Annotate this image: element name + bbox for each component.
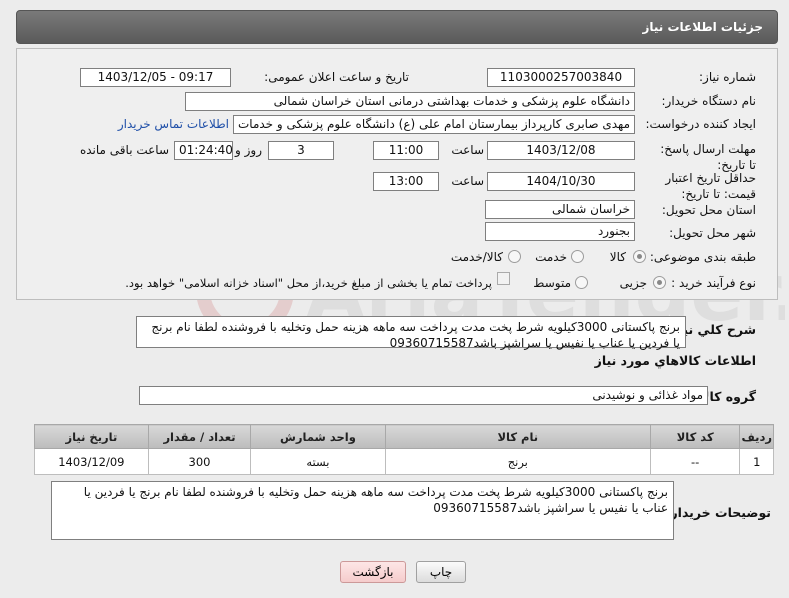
buyer-notes-label: توضیحات خریدار: bbox=[665, 505, 771, 520]
category-label: طبقه بندی موضوعی: bbox=[649, 250, 756, 264]
purchase-option-medium: متوسط bbox=[533, 276, 571, 290]
col-unit: واحد شمارش bbox=[250, 424, 386, 449]
category-option-goods-service: کالا/خدمت bbox=[450, 250, 503, 264]
need-number-field[interactable]: 1103000257003840 bbox=[487, 68, 635, 87]
purchase-option-minor: جزیی bbox=[619, 276, 647, 290]
validity-date-field[interactable]: 1404/10/30 bbox=[487, 172, 635, 191]
buyer-org-label: نام دستگاه خریدار: bbox=[661, 94, 757, 108]
validity-time-label: ساعت bbox=[451, 174, 484, 188]
remaining-time-field[interactable]: 01:24:40 bbox=[174, 141, 233, 160]
cell-quantity: 300 bbox=[147, 448, 252, 475]
col-item-code: کد کالا bbox=[649, 424, 741, 449]
category-radio-goods-service[interactable] bbox=[508, 250, 521, 263]
table-row[interactable]: 1 -- برنج بسته 300 1403/12/09 bbox=[34, 448, 774, 475]
purchase-type-label: نوع فرآیند خرید : bbox=[671, 276, 756, 290]
category-option-goods: کالا bbox=[609, 250, 626, 264]
remaining-time-label: ساعت باقی مانده bbox=[79, 143, 169, 157]
city-field[interactable]: بجنورد bbox=[485, 222, 635, 241]
page-title: جزئیات اطلاعات نیاز bbox=[642, 20, 763, 34]
cell-item-code: -- bbox=[649, 448, 741, 475]
need-number-label: شماره نیاز: bbox=[699, 70, 756, 84]
category-option-service: خدمت bbox=[535, 250, 567, 264]
col-need-date: تاریخ نیاز bbox=[34, 424, 149, 449]
buyer-notes-textarea[interactable]: برنج پاکستانی 3000کیلویه شرط پخت مدت پرد… bbox=[51, 481, 674, 540]
deadline-date-field[interactable]: 1403/12/08 bbox=[487, 141, 635, 160]
deadline-days-field[interactable]: 3 bbox=[268, 141, 334, 160]
treasury-checkbox-label: پرداخت تمام یا بخشی از مبلغ خرید،از محل … bbox=[125, 276, 492, 290]
buyer-contact-link[interactable]: اطلاعات تماس خریدار bbox=[118, 117, 229, 131]
announce-label: تاریخ و ساعت اعلان عمومی: bbox=[264, 70, 409, 84]
description-textarea[interactable]: برنج پاکستانی 3000کیلویه شرط پخت مدت پرد… bbox=[136, 316, 686, 350]
deadline-days-label: روز و bbox=[235, 143, 262, 157]
goods-table: ردیف کد کالا نام کالا واحد شمارش تعداد /… bbox=[34, 424, 774, 475]
purchase-radio-medium[interactable] bbox=[575, 276, 588, 289]
treasury-checkbox[interactable] bbox=[497, 272, 510, 285]
announce-field[interactable]: 1403/12/05 - 09:17 bbox=[80, 68, 231, 87]
col-item-name: نام کالا bbox=[384, 424, 651, 449]
goods-info-title: اطلاعات کالاهاي مورد نياز bbox=[594, 353, 756, 368]
province-label: استان محل تحویل: bbox=[661, 203, 756, 217]
requester-field[interactable]: مهدی صابری کارپرداز بیمارستان امام علی (… bbox=[233, 115, 635, 134]
deadline-time-label: ساعت bbox=[451, 143, 484, 157]
buyer-org-field[interactable]: دانشگاه علوم پزشکی و خدمات بهداشتی درمان… bbox=[185, 92, 635, 111]
cell-unit: بسته bbox=[250, 448, 386, 475]
goods-table-header: ردیف کد کالا نام کالا واحد شمارش تعداد /… bbox=[34, 424, 774, 449]
back-button[interactable]: بازگشت bbox=[340, 561, 406, 583]
col-row-number: ردیف bbox=[739, 424, 774, 449]
purchase-radio-minor[interactable] bbox=[653, 276, 666, 289]
cell-row-number: 1 bbox=[739, 448, 774, 475]
category-radio-goods[interactable] bbox=[633, 250, 646, 263]
col-quantity: تعداد / مقدار bbox=[147, 424, 252, 449]
cell-need-date: 1403/12/09 bbox=[34, 448, 149, 475]
category-radio-service[interactable] bbox=[571, 250, 584, 263]
page-title-bar: جزئیات اطلاعات نیاز bbox=[16, 10, 778, 44]
print-button[interactable]: چاپ bbox=[416, 561, 466, 583]
cell-item-name: برنج bbox=[384, 448, 651, 475]
validity-time-field[interactable]: 13:00 bbox=[373, 172, 439, 191]
city-label: شهر محل تحویل: bbox=[669, 226, 756, 240]
requester-label: ایجاد کننده درخواست: bbox=[645, 117, 756, 131]
deadline-label: مهلت ارسال پاسخ: تا تاریخ: bbox=[660, 142, 756, 172]
province-field[interactable]: خراسان شمالی bbox=[485, 200, 635, 219]
validity-label: حداقل تاریخ اعتبار قیمت: تا تاریخ: bbox=[665, 171, 756, 201]
goods-group-field[interactable]: مواد غذائی و نوشیدنی bbox=[139, 386, 708, 405]
deadline-time-field[interactable]: 11:00 bbox=[373, 141, 439, 160]
